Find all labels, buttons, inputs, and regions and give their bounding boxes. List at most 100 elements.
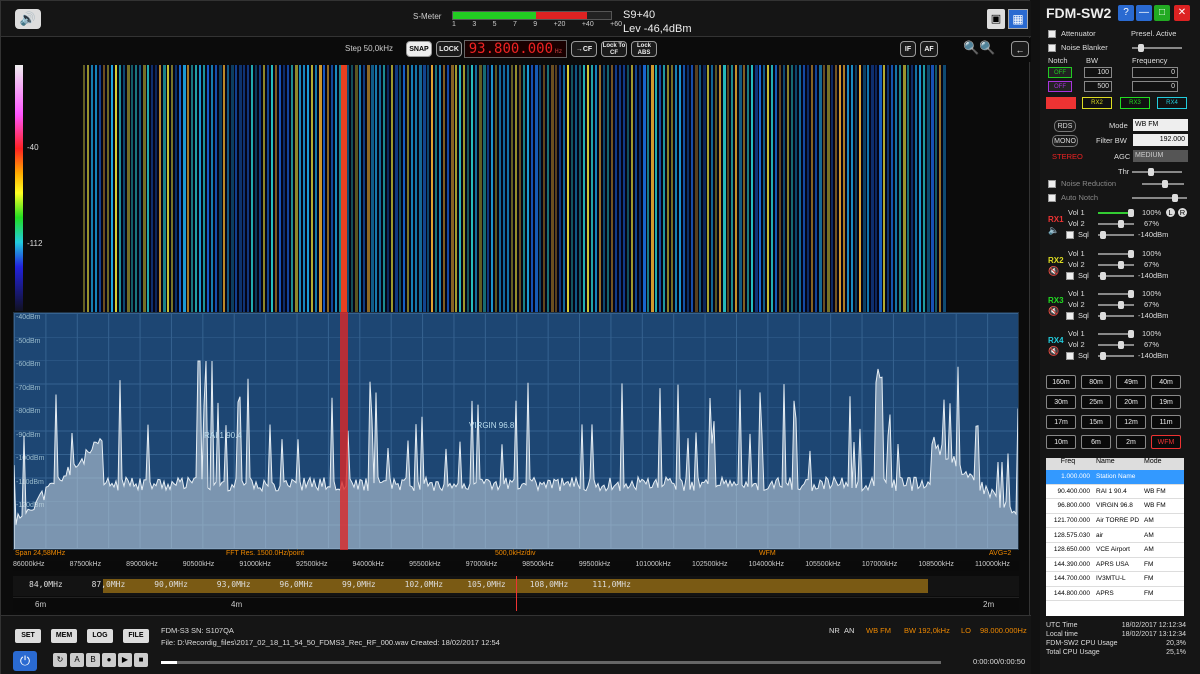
loop-icon[interactable]: ↻: [53, 653, 67, 667]
band-bar[interactable]: 84,0MHz 87,0MHz 90,0MHz 93,0MHz 96,0MHz 99,0M…: [13, 576, 1019, 596]
rx1-select-button[interactable]: RX1: [1046, 97, 1076, 109]
af-button[interactable]: AF: [920, 41, 938, 57]
file-button[interactable]: FILE: [123, 629, 149, 643]
notch2-off-button[interactable]: OFF: [1048, 81, 1072, 92]
sql-slider[interactable]: [1098, 231, 1134, 239]
filter-bw-input[interactable]: 192.000: [1133, 134, 1188, 146]
band-button-17m[interactable]: 17m: [1046, 415, 1076, 429]
band-button-15m[interactable]: 15m: [1081, 415, 1111, 429]
lock-to-cf-button[interactable]: Lock To CF: [601, 41, 627, 57]
mute-icon[interactable]: 🔇: [1048, 266, 1059, 277]
vol2-slider[interactable]: [1098, 261, 1134, 269]
record-icon[interactable]: ▣: [987, 9, 1005, 29]
notch1-off-button[interactable]: OFF: [1048, 67, 1072, 78]
lock-abs-button[interactable]: Lock ABS: [631, 41, 657, 57]
sql-slider[interactable]: [1098, 312, 1134, 320]
power-icon[interactable]: ⏻: [13, 651, 37, 671]
sql-checkbox[interactable]: [1066, 272, 1074, 280]
sql-checkbox[interactable]: [1066, 231, 1074, 239]
minimize-icon[interactable]: —: [1136, 5, 1152, 21]
notch1-freq[interactable]: 0: [1132, 67, 1178, 78]
notch2-freq[interactable]: 0: [1132, 81, 1178, 92]
marker-b-button[interactable]: B: [86, 653, 100, 667]
mem-button[interactable]: MEM: [51, 629, 77, 643]
col-mode[interactable]: Mode: [1141, 458, 1181, 470]
noise-blanker-checkbox[interactable]: [1048, 44, 1056, 52]
memory-row[interactable]: 96.800.000 VIRGIN 96.8 WB FM: [1046, 499, 1184, 514]
log-button[interactable]: LOG: [87, 629, 113, 643]
memory-row[interactable]: 144.700.000 IV3MTU-L FM: [1046, 572, 1184, 587]
stop-button[interactable]: ■: [134, 653, 148, 667]
playback-progress[interactable]: [161, 661, 941, 664]
sql-slider[interactable]: [1098, 272, 1134, 280]
arrow-left-icon[interactable]: ←: [1011, 41, 1029, 57]
band-button-wfm[interactable]: WFM: [1151, 435, 1181, 449]
close-icon[interactable]: ✕: [1174, 5, 1190, 21]
mute-icon[interactable]: 🔇: [1048, 346, 1059, 357]
attenuator-checkbox[interactable]: [1048, 30, 1056, 38]
station-tag-rai[interactable]: RAI 1 90.4: [204, 431, 242, 440]
band-button-160m[interactable]: 160m: [1046, 375, 1076, 389]
waterfall-display[interactable]: [83, 65, 947, 312]
band-button-12m[interactable]: 12m: [1116, 415, 1146, 429]
mode-select[interactable]: WB FM: [1133, 119, 1188, 131]
right-channel-button[interactable]: R: [1178, 208, 1187, 217]
band-button-49m[interactable]: 49m: [1116, 375, 1146, 389]
sql-slider[interactable]: [1098, 352, 1134, 360]
agc-select[interactable]: MEDIUM: [1133, 150, 1188, 162]
zoom-in-icon[interactable]: 🔍: [979, 40, 995, 56]
band-button-2m[interactable]: 2m: [1116, 435, 1146, 449]
spectrum-display[interactable]: -40dBm -50dBm -60dBm -70dBm -80dBm -90dBm -100…: [13, 312, 1019, 550]
memory-table[interactable]: Freq Name Mode 1.000.000 Station Name 90…: [1046, 458, 1184, 616]
zoom-out-icon[interactable]: 🔍: [963, 40, 979, 56]
band-button-11m[interactable]: 11m: [1151, 415, 1181, 429]
vol2-slider[interactable]: [1098, 301, 1134, 309]
help-icon[interactable]: ?: [1118, 5, 1134, 21]
auto-notch-slider[interactable]: [1132, 194, 1187, 202]
band-button-40m[interactable]: 40m: [1151, 375, 1181, 389]
to-cf-button[interactable]: →CF: [571, 41, 597, 57]
memory-row[interactable]: 90.400.000 RAI 1 90.4 WB FM: [1046, 485, 1184, 500]
sql-checkbox[interactable]: [1066, 352, 1074, 360]
speaker-icon[interactable]: 🔊: [15, 9, 41, 29]
mono-button[interactable]: MONO: [1052, 135, 1078, 147]
noise-reduction-checkbox[interactable]: [1048, 180, 1056, 188]
marker-a-button[interactable]: A: [70, 653, 84, 667]
col-freq[interactable]: Freq: [1046, 458, 1093, 470]
rds-button[interactable]: RDS: [1054, 120, 1076, 132]
set-button[interactable]: SET: [15, 629, 41, 643]
rx3-select-button[interactable]: RX3: [1120, 97, 1150, 109]
band-button-6m[interactable]: 6m: [1081, 435, 1111, 449]
band-button-10m[interactable]: 10m: [1046, 435, 1076, 449]
rx2-select-button[interactable]: RX2: [1082, 97, 1112, 109]
record-button[interactable]: ●: [102, 653, 116, 667]
col-name[interactable]: Name: [1093, 458, 1141, 470]
play-button[interactable]: ▶: [118, 653, 132, 667]
memory-row[interactable]: 128.575.030 air AM: [1046, 528, 1184, 543]
vol1-slider[interactable]: [1098, 250, 1134, 258]
station-tag-virgin[interactable]: VIRGIN 96.8: [469, 421, 514, 430]
step-label[interactable]: Step 50,0kHz: [345, 44, 393, 53]
notch1-bw[interactable]: 100: [1084, 67, 1112, 78]
if-button[interactable]: IF: [900, 41, 916, 57]
frequency-scale[interactable]: 86000kHz 87500kHz 89000kHz 90500kHz 91000kHz…: [13, 561, 1019, 571]
memory-row[interactable]: 121.700.000 Air TORRE PD AM: [1046, 514, 1184, 529]
vol1-slider[interactable]: [1098, 290, 1134, 298]
lock-button[interactable]: LOCK: [436, 41, 462, 57]
memory-row[interactable]: 128.650.000 VCE Airport AM: [1046, 543, 1184, 558]
frequency-display[interactable]: 93.800.000 Hz: [464, 40, 567, 58]
mute-icon[interactable]: 🔈: [1048, 225, 1059, 236]
mute-icon[interactable]: 🔇: [1048, 306, 1059, 317]
left-channel-button[interactable]: L: [1166, 208, 1175, 217]
memory-row[interactable]: 144.390.000 APRS USA FM: [1046, 558, 1184, 573]
snap-button[interactable]: SNAP: [406, 41, 432, 57]
band-button-20m[interactable]: 20m: [1116, 395, 1146, 409]
noise-reduction-slider[interactable]: [1142, 180, 1184, 188]
vol1-slider[interactable]: [1098, 330, 1134, 338]
vol2-slider[interactable]: [1098, 220, 1134, 228]
band-button-25m[interactable]: 25m: [1081, 395, 1111, 409]
band-button-19m[interactable]: 19m: [1151, 395, 1181, 409]
rx4-select-button[interactable]: RX4: [1157, 97, 1187, 109]
vol2-slider[interactable]: [1098, 341, 1134, 349]
color-scale-bar[interactable]: [15, 65, 23, 311]
